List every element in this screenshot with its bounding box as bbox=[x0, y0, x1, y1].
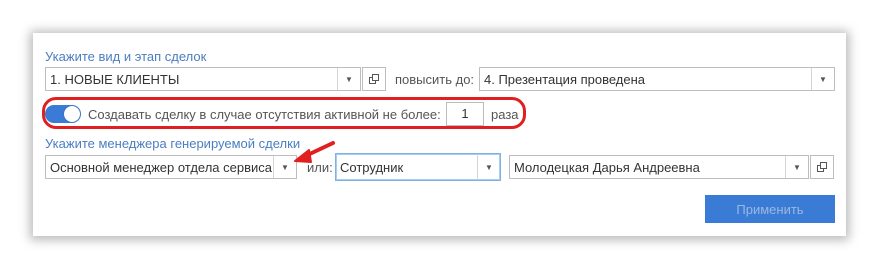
apply-button[interactable]: Применить bbox=[705, 195, 835, 223]
deal-generation-panel: Укажите вид и этап сделок 1. НОВЫЕ КЛИЕН… bbox=[33, 33, 846, 236]
